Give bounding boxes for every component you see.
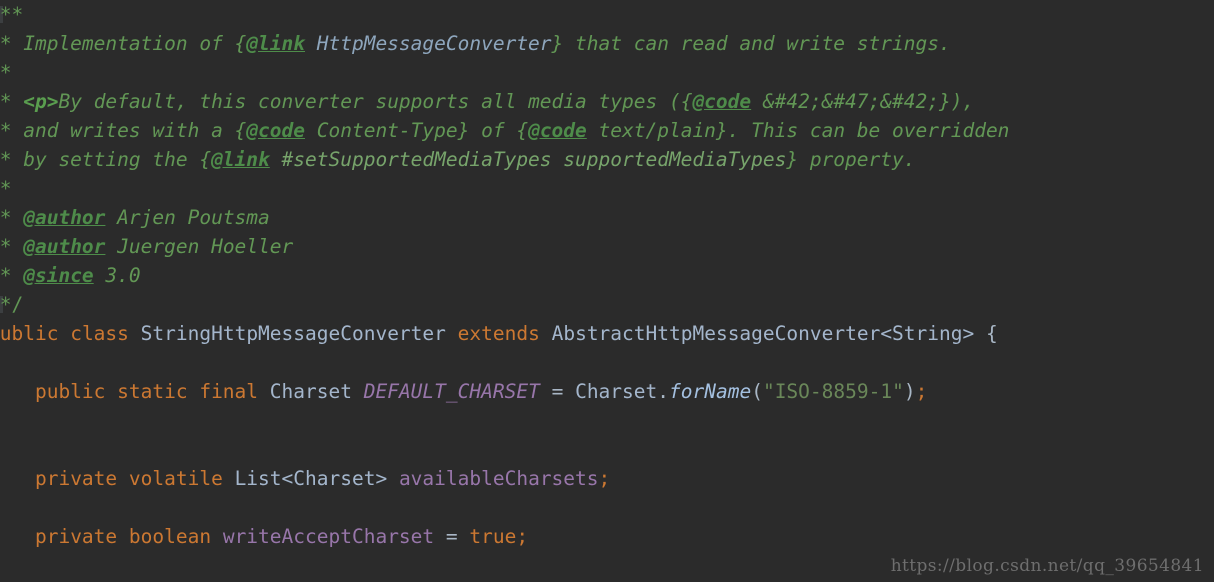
field-type-charset[interactable]: Charset [270, 380, 352, 403]
javadoc-star: * [0, 264, 12, 287]
javadoc-text-before-link: Implementation of { [11, 32, 247, 55]
code-line-javadoc-blank-2[interactable]: * [0, 174, 1214, 203]
javadoc-text-after-link: } that can read and write strings. [551, 32, 951, 55]
superclass-name[interactable]: AbstractHttpMessageConverter<String> [552, 322, 975, 345]
code-line-javadoc-paragraph[interactable]: * <p>By default, this converter supports… [0, 87, 1214, 116]
javadoc-star: * [0, 148, 12, 171]
class-name[interactable]: StringHttpMessageConverter [141, 322, 446, 345]
code-line-javadoc-open[interactable]: /** [0, 0, 1214, 29]
semicolon: ; [516, 525, 529, 548]
javadoc-text-before-link2: by setting the { [11, 148, 212, 171]
javadoc-text-before-code1: and writes with a { [11, 119, 247, 142]
code-line-javadoc-blank-1[interactable]: * [0, 58, 1214, 87]
javadoc-open-token: /** [0, 3, 24, 26]
javadoc-link-target-2[interactable]: #setSupportedMediaTypes supportedMediaTy… [270, 148, 787, 171]
field-modifiers-public-static-final: public static final [34, 380, 259, 403]
javadoc-link-tag[interactable]: @link [246, 32, 305, 55]
javadoc-link-target[interactable]: HttpMessageConverter [305, 32, 552, 55]
javadoc-text-mid: } of { [457, 119, 529, 142]
code-editor-pane[interactable]: /** * Implementation of {@link HttpMessa… [0, 0, 1214, 582]
javadoc-text-after-code: }), [938, 90, 975, 113]
keyword-public: public [0, 322, 59, 345]
close-paren: ) [903, 380, 916, 403]
code-line-field-available-charsets[interactable]: private volatile List<Charset> available… [0, 464, 1214, 493]
javadoc-star: * [0, 206, 12, 229]
code-line-author-1[interactable]: * @author Arjen Poutsma [0, 203, 1214, 232]
code-line-blank-1[interactable] [0, 348, 1214, 377]
javadoc-author-value: Arjen Poutsma [105, 206, 270, 229]
code-line-field-default-charset[interactable]: public static final Charset DEFAULT_CHAR… [0, 377, 1214, 406]
javadoc-code-value-2: text/plain [586, 119, 716, 142]
open-paren: ( [751, 380, 763, 403]
boolean-literal-true: true [469, 525, 517, 548]
javadoc-star: * [0, 177, 12, 200]
javadoc-text-after-link2: } property. [786, 148, 916, 171]
javadoc-code-tag[interactable]: @code [692, 90, 751, 113]
javadoc-text-before-code: By default, this converter supports all … [58, 90, 693, 113]
field-modifiers-private-volatile: private volatile [34, 467, 223, 490]
javadoc-star: * [0, 90, 12, 113]
field-name-write-accept-charset[interactable]: writeAcceptCharset [223, 525, 434, 548]
javadoc-html-p-tag: <p> [23, 90, 59, 113]
javadoc-star: * [0, 119, 12, 142]
javadoc-close-token: */ [0, 293, 24, 316]
field-name-default-charset[interactable]: DEFAULT_CHARSET [364, 380, 540, 403]
charset-class-ref[interactable]: Charset [575, 380, 657, 403]
code-line-blank-4[interactable] [0, 493, 1214, 522]
javadoc-star: * [0, 32, 12, 55]
javadoc-since-tag[interactable]: @since [23, 264, 93, 287]
keyword-class: class [70, 322, 129, 345]
dot-operator: . [657, 380, 670, 403]
javadoc-star: * [0, 61, 12, 84]
code-line-javadoc-close[interactable]: */ [0, 290, 1214, 319]
field-name-available-charsets[interactable]: availableCharsets [399, 467, 599, 490]
javadoc-author-tag[interactable]: @author [23, 206, 105, 229]
code-line-javadoc-content-type[interactable]: * and writes with a {@code Content-Type}… [0, 116, 1214, 145]
semicolon: ; [915, 380, 928, 403]
code-line-blank-2[interactable] [0, 406, 1214, 435]
javadoc-code-tag-1[interactable]: @code [246, 119, 305, 142]
javadoc-code-tag-2[interactable]: @code [528, 119, 587, 142]
field-type-list-charset[interactable]: List<Charset> [235, 467, 388, 490]
javadoc-link-tag-2[interactable]: @link [211, 148, 270, 171]
assign-operator: = [551, 380, 564, 403]
javadoc-author-value: Juergen Hoeller [105, 235, 294, 258]
javadoc-text-after-code2: }. This can be overridden [715, 119, 1010, 142]
assign-operator: = [445, 525, 458, 548]
code-line-field-write-accept-charset[interactable]: private boolean writeAcceptCharset = tru… [0, 522, 1214, 551]
code-line-blank-3[interactable] [0, 435, 1214, 464]
semicolon: ; [598, 467, 611, 490]
open-brace: { [985, 322, 998, 345]
javadoc-author-tag[interactable]: @author [23, 235, 105, 258]
code-line-class-declaration[interactable]: public class StringHttpMessageConverter … [0, 319, 1214, 348]
string-literal-iso-8859-1[interactable]: "ISO-8859-1" [763, 380, 904, 403]
field-modifiers-private-boolean: private boolean [34, 525, 212, 548]
code-line-javadoc-override[interactable]: * by setting the {@link #setSupportedMed… [0, 145, 1214, 174]
method-for-name[interactable]: forName [669, 380, 751, 403]
javadoc-since-value: 3.0 [93, 264, 141, 287]
keyword-extends: extends [457, 322, 540, 345]
code-line-author-2[interactable]: * @author Juergen Hoeller [0, 232, 1214, 261]
code-content[interactable]: /** * Implementation of {@link HttpMessa… [0, 0, 1214, 551]
javadoc-code-value-1: Content-Type [305, 119, 458, 142]
csdn-blog-watermark: https://blog.csdn.net/qq_39654841 [890, 556, 1204, 576]
code-line-since[interactable]: * @since 3.0 [0, 261, 1214, 290]
javadoc-code-value: &#42;&#47;&#42; [751, 90, 939, 113]
code-line-javadoc-summary[interactable]: * Implementation of {@link HttpMessageCo… [0, 29, 1214, 58]
javadoc-star: * [0, 235, 12, 258]
